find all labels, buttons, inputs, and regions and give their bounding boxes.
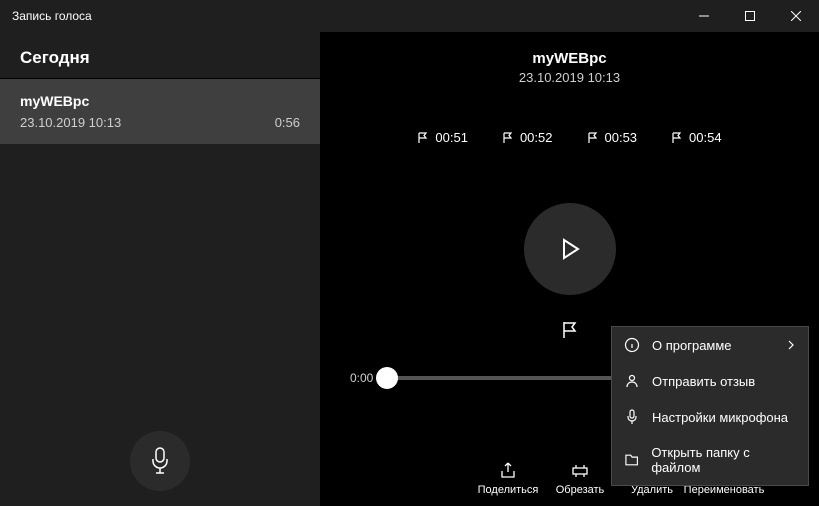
chevron-right-icon [786, 340, 796, 350]
marker-item[interactable]: 00:53 [587, 130, 638, 145]
menu-feedback[interactable]: Отправить отзыв [612, 363, 808, 399]
menu-label: Настройки микрофона [652, 410, 788, 425]
action-label: Обрезать [556, 484, 605, 496]
trim-button[interactable]: Обрезать [549, 462, 611, 496]
menu-label: Отправить отзыв [652, 374, 755, 389]
folder-icon [624, 452, 639, 468]
share-button[interactable]: Поделиться [477, 462, 539, 496]
menu-about[interactable]: О программе [612, 327, 808, 363]
nowplaying-datetime: 23.10.2019 10:13 [320, 70, 819, 85]
flag-icon [671, 132, 683, 144]
feedback-icon [624, 373, 640, 389]
flag-icon [502, 132, 514, 144]
timeline-thumb[interactable] [376, 367, 398, 389]
menu-mic-settings[interactable]: Настройки микрофона [612, 399, 808, 435]
action-label: Поделиться [478, 484, 539, 496]
marker-time: 00:53 [605, 130, 638, 145]
microphone-icon [624, 409, 640, 425]
play-button[interactable] [524, 203, 616, 295]
flag-icon [561, 321, 579, 339]
app-title: Запись голоса [0, 9, 681, 23]
microphone-icon [149, 447, 171, 475]
menu-open-folder[interactable]: Открыть папку с файлом [612, 435, 808, 485]
recording-duration: 0:56 [275, 115, 300, 130]
nowplaying-title: myWEBpc [320, 50, 819, 67]
marker-time: 00:51 [435, 130, 468, 145]
marker-item[interactable]: 00:54 [671, 130, 722, 145]
flag-icon [587, 132, 599, 144]
marker-time: 00:54 [689, 130, 722, 145]
flag-icon [417, 132, 429, 144]
recording-item[interactable]: myWEBpc 23.10.2019 10:13 0:56 [0, 79, 320, 144]
time-current: 0:00 [350, 371, 373, 385]
menu-label: Открыть папку с файлом [651, 445, 796, 475]
info-icon [624, 337, 640, 353]
record-button[interactable] [130, 431, 190, 491]
maximize-button[interactable] [727, 0, 773, 32]
play-icon [557, 236, 583, 262]
section-header: Сегодня [0, 32, 320, 78]
recording-datetime: 23.10.2019 10:13 [20, 115, 121, 130]
recording-title: myWEBpc [20, 93, 300, 109]
marker-item[interactable]: 00:51 [417, 130, 468, 145]
close-button[interactable] [773, 0, 819, 32]
marker-item[interactable]: 00:52 [502, 130, 553, 145]
menu-label: О программе [652, 338, 732, 353]
minimize-button[interactable] [681, 0, 727, 32]
add-marker-button[interactable] [561, 321, 579, 339]
marker-time: 00:52 [520, 130, 553, 145]
share-icon [499, 462, 517, 480]
trim-icon [571, 462, 589, 480]
context-menu: О программе Отправить отзыв Настройки ми… [611, 326, 809, 486]
